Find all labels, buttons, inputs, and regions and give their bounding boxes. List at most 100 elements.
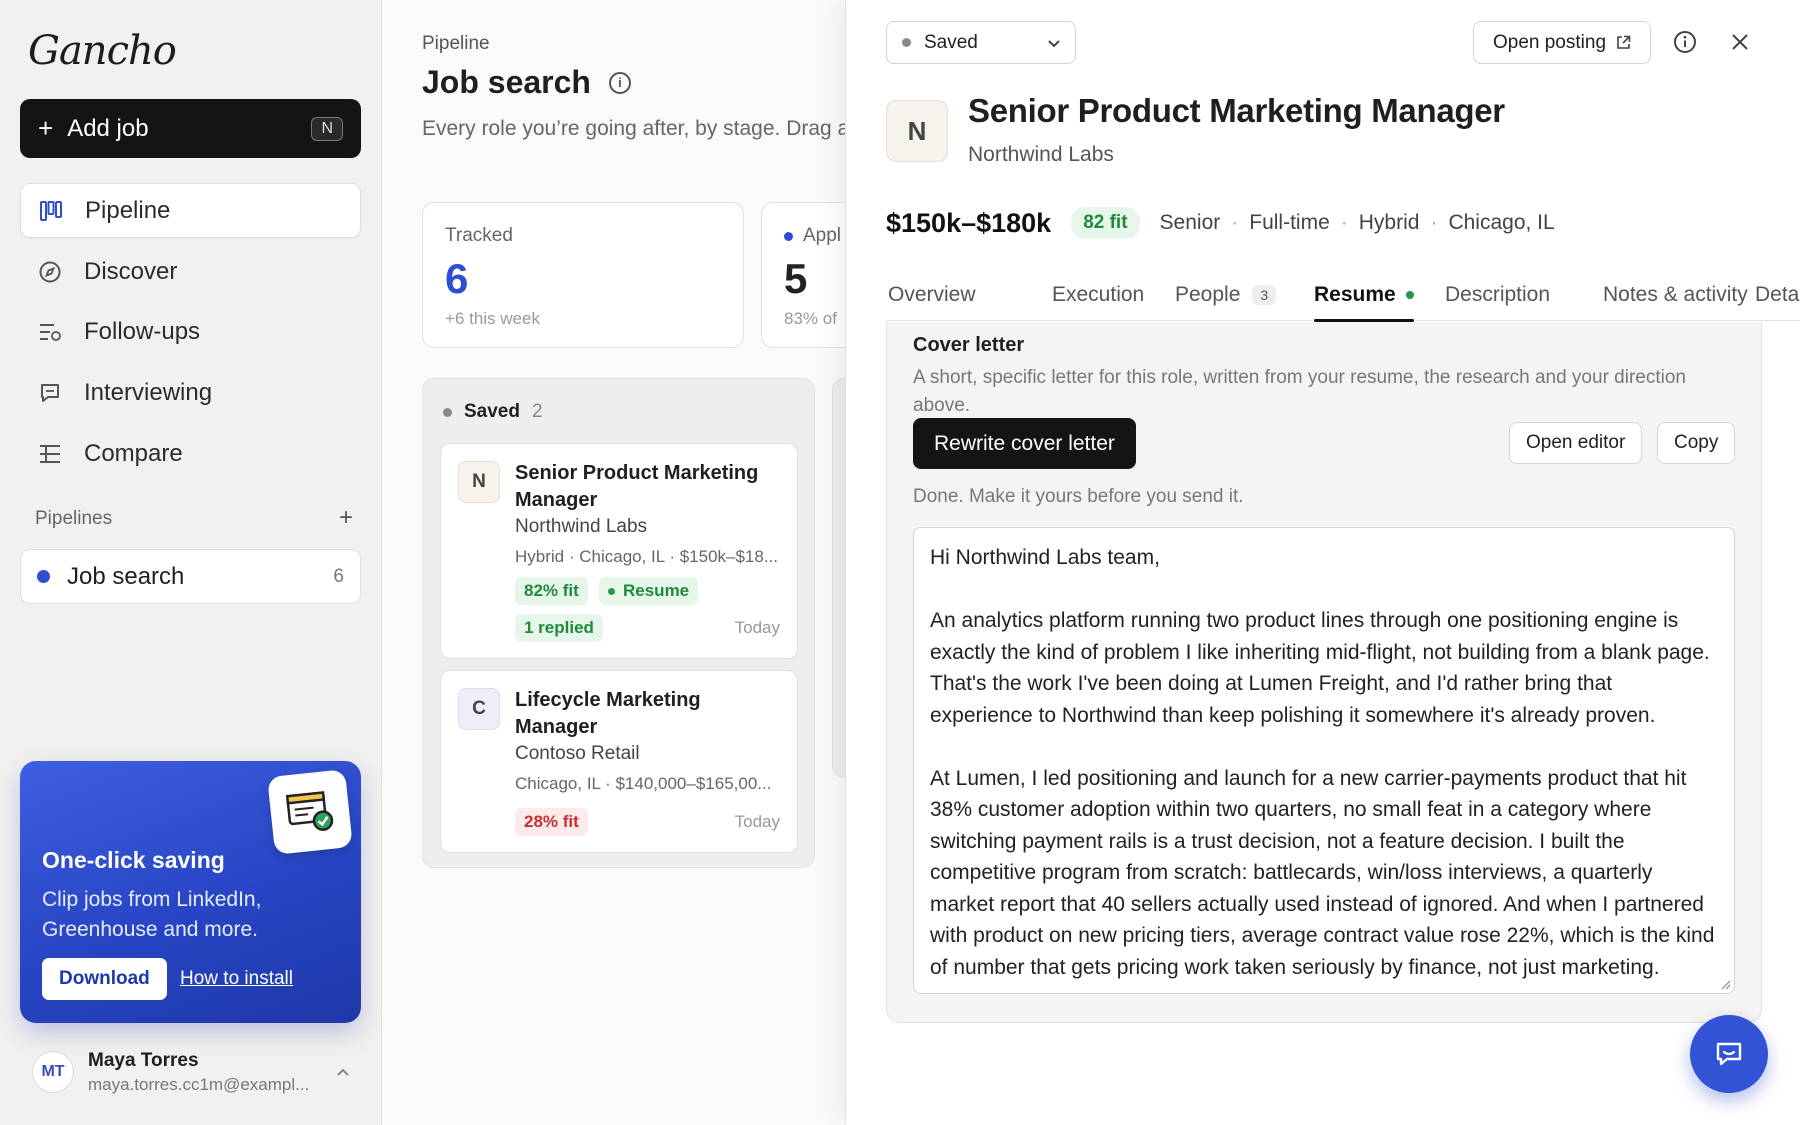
promo-text: Clip jobs from LinkedIn, Greenhouse and … xyxy=(42,888,262,941)
job-card[interactable]: N Senior Product Marketing Manager North… xyxy=(440,443,798,659)
section-description: A short, specific letter for this role, … xyxy=(913,367,1686,416)
stat-value: 5 xyxy=(784,255,808,302)
sidebar-item-label: Follow-ups xyxy=(84,317,201,345)
status-dot xyxy=(608,587,615,595)
cover-letter-textarea[interactable]: Hi Northwind Labs team, An analytics pla… xyxy=(913,527,1735,994)
chevron-up-icon xyxy=(337,1063,349,1081)
job-card-company: Northwind Labs xyxy=(515,516,648,537)
sidebar-item-discover[interactable]: Discover xyxy=(20,244,361,299)
avatar: MT xyxy=(32,1051,74,1093)
separator-dot: · xyxy=(1231,211,1239,234)
stat-sub: 83% of xyxy=(784,309,837,328)
promo-title: One-click saving xyxy=(42,847,225,873)
column-name: Saved xyxy=(464,401,520,422)
board-column-next xyxy=(832,378,845,778)
replied-badge: 1 replied xyxy=(515,614,603,642)
tab-description[interactable]: Description xyxy=(1445,278,1550,312)
work-mode: Hybrid xyxy=(1358,211,1420,234)
letter-paragraph: At Lumen, I led positioning and launch f… xyxy=(930,766,1715,979)
column-count: 2 xyxy=(531,401,543,422)
rewrite-cover-letter-button[interactable]: Rewrite cover letter xyxy=(913,418,1136,469)
sidebar-item-label: Compare xyxy=(84,439,183,467)
resume-tag-label: Resume xyxy=(623,581,690,600)
follow-ups-icon xyxy=(38,320,62,344)
breadcrumb[interactable]: Pipeline xyxy=(422,33,490,55)
user-email: maya.torres.cc1m@exampl... xyxy=(88,1074,310,1094)
tab-execution[interactable]: Execution xyxy=(1052,278,1144,312)
sidebar-item-compare[interactable]: Compare xyxy=(20,426,361,481)
salary: $150k–$180k xyxy=(886,207,1052,238)
separator-dot: · xyxy=(1340,211,1348,234)
job-card-title: Senior Product Marketing Manager xyxy=(515,462,759,511)
user-info: Maya Torres maya.torres.cc1m@exampl... xyxy=(88,1050,309,1095)
info-icon[interactable]: i xyxy=(608,71,631,94)
cover-letter-section: Cover letter A short, specific letter fo… xyxy=(886,322,1762,1023)
pipeline-icon xyxy=(39,199,63,223)
pipeline-count: 6 xyxy=(333,565,344,587)
copy-button[interactable]: Copy xyxy=(1657,422,1736,464)
stat-label: Appl xyxy=(784,225,845,247)
stat-applied: Appl 5 83% of xyxy=(761,202,845,348)
info-icon[interactable] xyxy=(1673,30,1697,54)
tab-resume[interactable]: Resume xyxy=(1314,278,1414,322)
sidebar-item-job-search[interactable]: Job search 6 xyxy=(20,549,361,604)
job-meta-row: $150k–$180k 82 fit Senior · Full-time · … xyxy=(886,207,1555,239)
stat-label: Tracked xyxy=(445,225,513,246)
sidebar-item-label: Pipeline xyxy=(85,196,171,224)
chevron-down-icon xyxy=(1048,32,1060,54)
compare-icon xyxy=(38,442,62,466)
resize-handle-icon[interactable] xyxy=(1719,978,1731,990)
add-pipeline-icon[interactable]: + xyxy=(339,506,353,530)
chat-support-button[interactable] xyxy=(1690,1015,1768,1093)
page-title: Job search i xyxy=(422,64,631,101)
company-name: Northwind Labs xyxy=(968,143,1114,166)
separator-dot: · xyxy=(1430,211,1438,234)
chat-icon xyxy=(38,381,62,405)
how-to-install-link[interactable]: How to install xyxy=(180,968,293,990)
page-subtitle: Every role you’re going after, by stage.… xyxy=(422,117,845,140)
sidebar-item-interviewing[interactable]: Interviewing xyxy=(20,365,361,420)
job-card-meta: Hybrid · Chicago, IL · $150k–$18... xyxy=(515,547,779,566)
shortcut-key: N xyxy=(311,116,343,141)
open-posting-button[interactable]: Open posting xyxy=(1473,21,1651,64)
clipper-illustration-icon xyxy=(267,769,353,855)
job-card[interactable]: C Lifecycle Marketing Manager Contoso Re… xyxy=(440,670,798,853)
letter-paragraph: An analytics platform running two produc… xyxy=(930,609,1710,727)
compass-icon xyxy=(38,260,62,284)
fit-badge: 28% fit xyxy=(515,808,588,836)
company-logo: N xyxy=(458,461,500,503)
user-menu[interactable]: MT Maya Torres maya.torres.cc1m@exampl..… xyxy=(20,1034,361,1110)
pipelines-heading-label: Pipelines xyxy=(35,508,113,529)
sidebar-item-pipeline[interactable]: Pipeline xyxy=(20,183,361,238)
job-detail-panel: Saved Open posting N Senior Product Mark… xyxy=(845,0,1800,1125)
sidebar-item-follow-ups[interactable]: Follow-ups xyxy=(20,304,361,359)
status-select[interactable]: Saved xyxy=(886,21,1076,64)
stat-value: 6 xyxy=(445,255,469,302)
status-text: Done. Make it yours before you send it. xyxy=(913,486,1244,507)
main-content: Pipeline Job search i Every role you’re … xyxy=(382,0,845,1125)
download-button[interactable]: Download xyxy=(42,958,167,1000)
company-logo: C xyxy=(458,688,500,730)
job-card-title: Lifecycle Marketing Manager xyxy=(515,689,701,738)
job-card-company: Contoso Retail xyxy=(515,743,640,764)
external-link-icon xyxy=(1617,35,1631,49)
status-dot xyxy=(902,38,911,47)
detail-tabs: Overview Execution People 3 Resume Descr… xyxy=(886,268,1800,322)
plus-icon: + xyxy=(38,113,54,143)
tab-overview[interactable]: Overview xyxy=(888,278,976,312)
add-job-button[interactable]: + Add job N xyxy=(20,99,361,158)
fit-badge: 82 fit xyxy=(1071,207,1140,239)
tab-label: People xyxy=(1175,283,1241,306)
tab-notes-activity[interactable]: Notes & activity xyxy=(1603,278,1748,312)
open-posting-label: Open posting xyxy=(1492,31,1607,53)
tab-details[interactable]: Details xyxy=(1755,278,1800,312)
company-logo: N xyxy=(886,100,948,162)
close-icon[interactable] xyxy=(1728,30,1752,54)
app-logo[interactable]: Gancho xyxy=(28,28,177,74)
tab-people[interactable]: People 3 xyxy=(1175,278,1277,312)
stat-tracked: Tracked 6 +6 this week xyxy=(422,202,744,348)
sidebar-item-label: Interviewing xyxy=(84,378,213,406)
open-editor-button[interactable]: Open editor xyxy=(1509,422,1643,464)
page-title-text: Job search xyxy=(422,64,591,100)
stat-dot xyxy=(784,231,793,241)
